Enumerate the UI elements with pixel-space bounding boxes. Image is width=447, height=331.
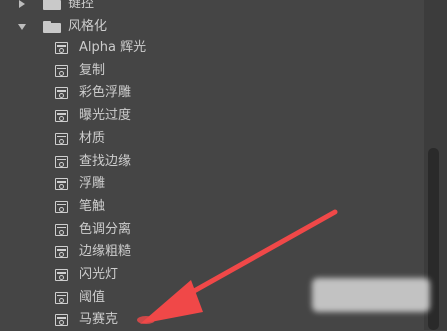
annotation-arrow bbox=[137, 209, 338, 324]
